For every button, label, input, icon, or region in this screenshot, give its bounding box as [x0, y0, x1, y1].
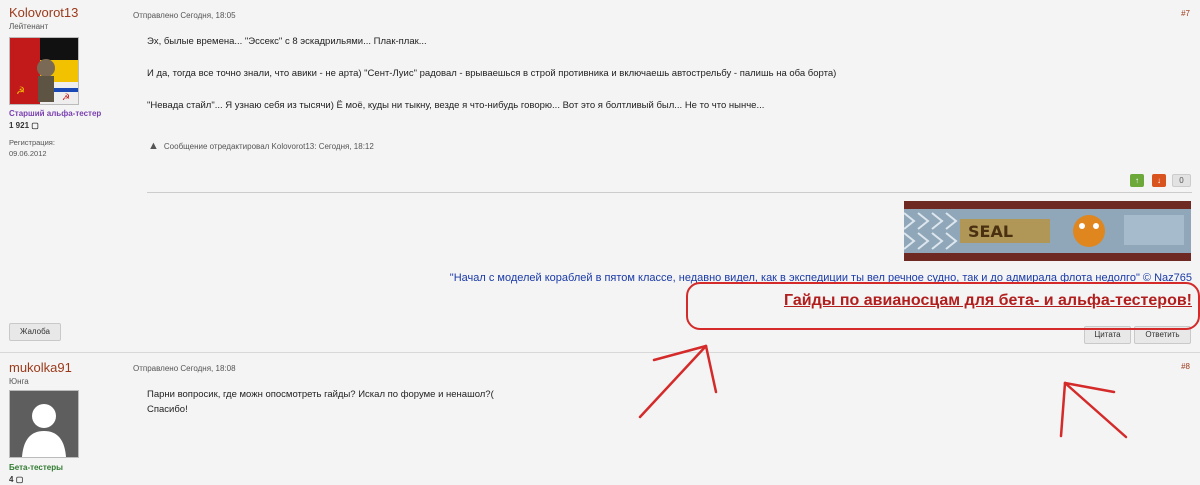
arrow-left-icon	[638, 344, 718, 419]
arrow-right-icon	[1059, 381, 1128, 439]
arrow-annotations	[638, 344, 1128, 439]
